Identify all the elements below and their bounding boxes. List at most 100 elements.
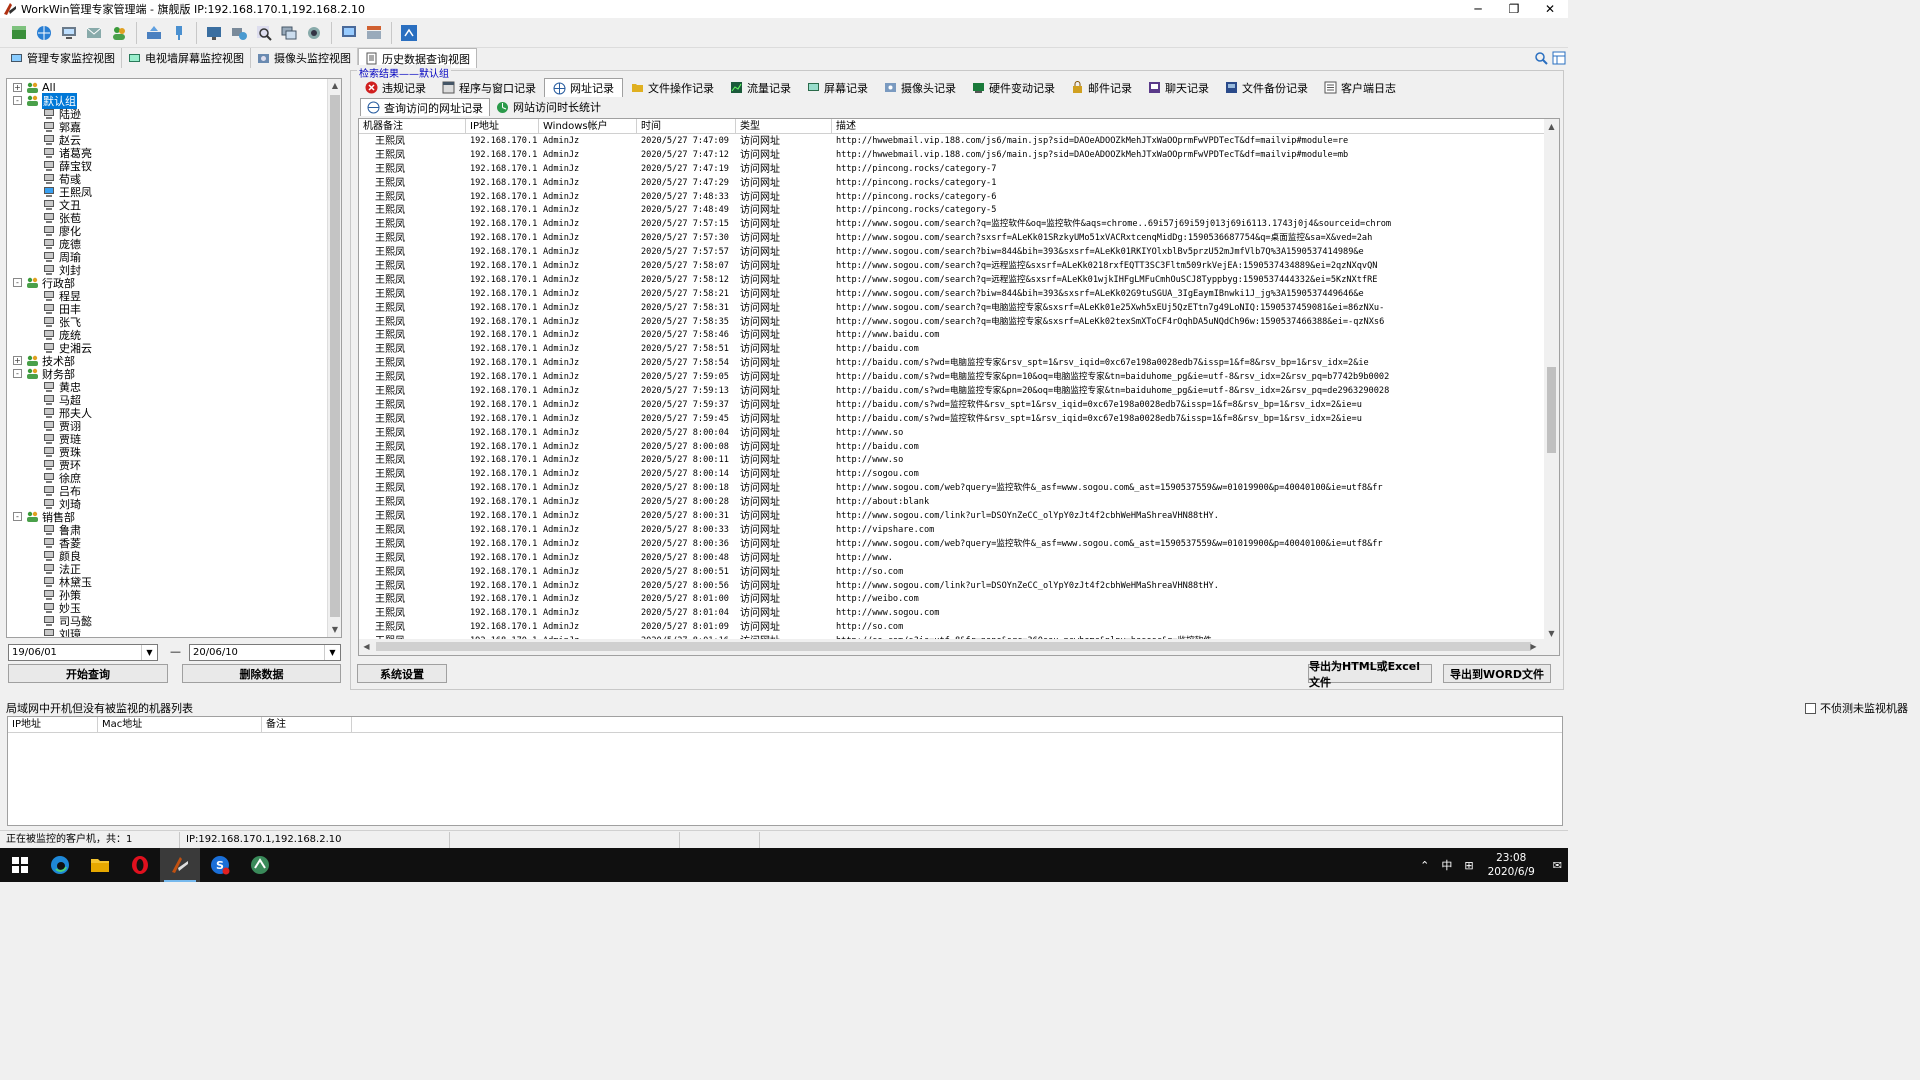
- toolbar-camera-button[interactable]: [303, 22, 325, 44]
- collapse-icon[interactable]: -: [13, 278, 22, 287]
- ime-indicator[interactable]: 中: [1441, 857, 1452, 873]
- table-row[interactable]: 王熙凤 192.168.170.1 AdminJz 2020/5/27 7:57:15…: [359, 218, 1545, 232]
- clock[interactable]: 23:08 2020/6/9: [1488, 851, 1535, 879]
- scroll-right-arrow-icon[interactable]: ▶: [1526, 639, 1541, 654]
- tab-file-backup-records[interactable]: 文件备份记录: [1217, 78, 1316, 97]
- collapse-icon[interactable]: -: [13, 369, 22, 378]
- tree-machine-node[interactable]: 程昱: [7, 289, 329, 303]
- close-button[interactable]: ✕: [1532, 0, 1568, 18]
- tree-group-node[interactable]: - 销售部: [7, 510, 329, 524]
- scroll-down-arrow-icon[interactable]: ▼: [328, 623, 341, 637]
- export-word-button[interactable]: 导出到WORD文件: [1443, 664, 1551, 683]
- date-from-picker[interactable]: 19/06/01 ▼: [8, 644, 158, 661]
- expand-icon[interactable]: +: [13, 356, 22, 365]
- table-row[interactable]: 王熙凤 192.168.170.1 AdminJz 2020/5/27 8:00:14…: [359, 468, 1545, 482]
- tab-file-operation-records[interactable]: 文件操作记录: [623, 78, 722, 97]
- table-row[interactable]: 王熙凤 192.168.170.1 AdminJz 2020/5/27 7:59:13…: [359, 385, 1545, 399]
- system-settings-button[interactable]: 系统设置: [357, 664, 447, 683]
- tab-tv-wall-view[interactable]: 电视墙屏幕监控视图: [122, 48, 251, 68]
- scroll-left-arrow-icon[interactable]: ◀: [359, 639, 374, 654]
- tree-machine-node[interactable]: 鲁肃: [7, 523, 329, 537]
- table-row[interactable]: 王熙凤 192.168.170.1 AdminJz 2020/5/27 7:58:46…: [359, 329, 1545, 343]
- table-row[interactable]: 王熙凤 192.168.170.1 AdminJz 2020/5/27 8:00:51…: [359, 566, 1545, 580]
- tree-machine-node[interactable]: 贾琏: [7, 432, 329, 446]
- tab-client-log[interactable]: 客户端日志: [1316, 78, 1404, 97]
- column-header[interactable]: 描述: [832, 119, 1545, 134]
- tree-machine-node[interactable]: 庞统: [7, 328, 329, 342]
- tab-program-window-records[interactable]: 程序与窗口记录: [434, 78, 544, 97]
- toolbar-network-button[interactable]: [33, 22, 55, 44]
- table-row[interactable]: 王熙凤 192.168.170.1 AdminJz 2020/5/27 7:58:51…: [359, 343, 1545, 357]
- tree-machine-node[interactable]: 贾珠: [7, 445, 329, 459]
- layout-icon[interactable]: [1552, 51, 1566, 65]
- toolbar-users-button[interactable]: [108, 22, 130, 44]
- tree-machine-node[interactable]: 张苞: [7, 211, 329, 225]
- no-detect-checkbox[interactable]: 不侦测未监视机器: [1805, 700, 1908, 716]
- date-to-picker[interactable]: 20/06/10 ▼: [189, 644, 341, 661]
- table-row[interactable]: 王熙凤 192.168.170.1 AdminJz 2020/5/27 8:00:56…: [359, 580, 1545, 594]
- table-row[interactable]: 王熙凤 192.168.170.1 AdminJz 2020/5/27 7:58:21…: [359, 288, 1545, 302]
- toolbar-report-button[interactable]: [363, 22, 385, 44]
- tree-machine-node[interactable]: 陆逊: [7, 107, 329, 121]
- taskbar-opera[interactable]: [120, 848, 160, 882]
- tree-machine-node[interactable]: 香菱: [7, 536, 329, 550]
- toolbar-monitor-button[interactable]: [203, 22, 225, 44]
- table-row[interactable]: 王熙凤 192.168.170.1 AdminJz 2020/5/27 7:57:57…: [359, 246, 1545, 260]
- taskbar-edge[interactable]: [40, 848, 80, 882]
- tree-machine-node[interactable]: 田丰: [7, 302, 329, 316]
- toolbar-search-button[interactable]: [253, 22, 275, 44]
- tree-machine-node[interactable]: 文丑: [7, 198, 329, 212]
- table-row[interactable]: 王熙凤 192.168.170.1 AdminJz 2020/5/27 8:00:11…: [359, 454, 1545, 468]
- keyboard-grid-icon[interactable]: ⊞: [1464, 859, 1473, 872]
- minimize-button[interactable]: ─: [1460, 0, 1496, 18]
- tree-scrollbar[interactable]: ▲ ▼: [327, 79, 341, 637]
- tree-machine-node[interactable]: 法正: [7, 562, 329, 576]
- scroll-thumb[interactable]: [1547, 367, 1556, 453]
- tree-machine-node[interactable]: 司马懿: [7, 614, 329, 628]
- tree-machine-node[interactable]: 周瑜: [7, 250, 329, 264]
- table-row[interactable]: 王熙凤 192.168.170.1 AdminJz 2020/5/27 7:47:29…: [359, 177, 1545, 191]
- tree-machine-node[interactable]: 赵云: [7, 133, 329, 147]
- tree-machine-node[interactable]: 妙玉: [7, 601, 329, 615]
- toolbar-remote-button[interactable]: [228, 22, 250, 44]
- column-header[interactable]: 机器备注: [359, 119, 466, 134]
- tab-camera-records[interactable]: 摄像头记录: [876, 78, 964, 97]
- tree-machine-node[interactable]: 林黛玉: [7, 575, 329, 589]
- table-row[interactable]: 王熙凤 192.168.170.1 AdminJz 2020/5/27 8:01:09…: [359, 621, 1545, 635]
- tab-mail-records[interactable]: 邮件记录: [1063, 78, 1140, 97]
- tree-machine-node[interactable]: 徐庶: [7, 471, 329, 485]
- tree-machine-node[interactable]: 贾环: [7, 458, 329, 472]
- collapse-icon[interactable]: -: [13, 96, 22, 105]
- tree-machine-node[interactable]: 诸葛亮: [7, 146, 329, 160]
- column-header[interactable]: Windows帐户: [539, 119, 637, 134]
- tab-site-duration-stats[interactable]: 网站访问时长统计: [490, 98, 607, 116]
- tree-machine-node[interactable]: 贾诩: [7, 419, 329, 433]
- table-row[interactable]: 王熙凤 192.168.170.1 AdminJz 2020/5/27 7:59:45…: [359, 413, 1545, 427]
- tab-camera-view[interactable]: 摄像头监控视图: [251, 48, 358, 68]
- column-header[interactable]: IP地址: [8, 717, 98, 732]
- scroll-thumb[interactable]: [330, 95, 340, 617]
- column-header[interactable]: IP地址: [466, 119, 539, 134]
- tab-traffic-records[interactable]: 流量记录: [722, 78, 799, 97]
- tree-machine-node[interactable]: 吕布: [7, 484, 329, 498]
- table-row[interactable]: 王熙凤 192.168.170.1 AdminJz 2020/5/27 7:48:49…: [359, 204, 1545, 218]
- tree-machine-node[interactable]: 邢夫人: [7, 406, 329, 420]
- toolbar-computer-button[interactable]: [58, 22, 80, 44]
- export-excel-button[interactable]: 导出为HTML或Excel文件: [1308, 660, 1432, 689]
- tree-group-node[interactable]: - 默认组: [7, 92, 329, 109]
- tree-machine-node[interactable]: 黄忠: [7, 380, 329, 394]
- chevron-down-icon[interactable]: ▼: [324, 645, 340, 660]
- checkbox-box[interactable]: [1805, 702, 1816, 714]
- tab-url-records[interactable]: 网址记录: [544, 78, 623, 97]
- tree-machine-node[interactable]: 庞德: [7, 237, 329, 251]
- table-horizontal-scrollbar[interactable]: ◀ ▶: [359, 639, 1559, 655]
- column-header[interactable]: 备注: [262, 717, 352, 732]
- tree-machine-node[interactable]: 廖化: [7, 224, 329, 238]
- table-row[interactable]: 王熙凤 192.168.170.1 AdminJz 2020/5/27 7:47:19…: [359, 163, 1545, 177]
- tab-violation-records[interactable]: 违规记录: [357, 78, 434, 97]
- collapse-icon[interactable]: -: [13, 512, 22, 521]
- toolbar-help-button[interactable]: [398, 22, 420, 44]
- table-row[interactable]: 王熙凤 192.168.170.1 AdminJz 2020/5/27 8:00:28…: [359, 496, 1545, 510]
- tree-machine-node[interactable]: 王熙凤: [7, 185, 329, 199]
- scroll-up-arrow-icon[interactable]: ▲: [328, 79, 341, 93]
